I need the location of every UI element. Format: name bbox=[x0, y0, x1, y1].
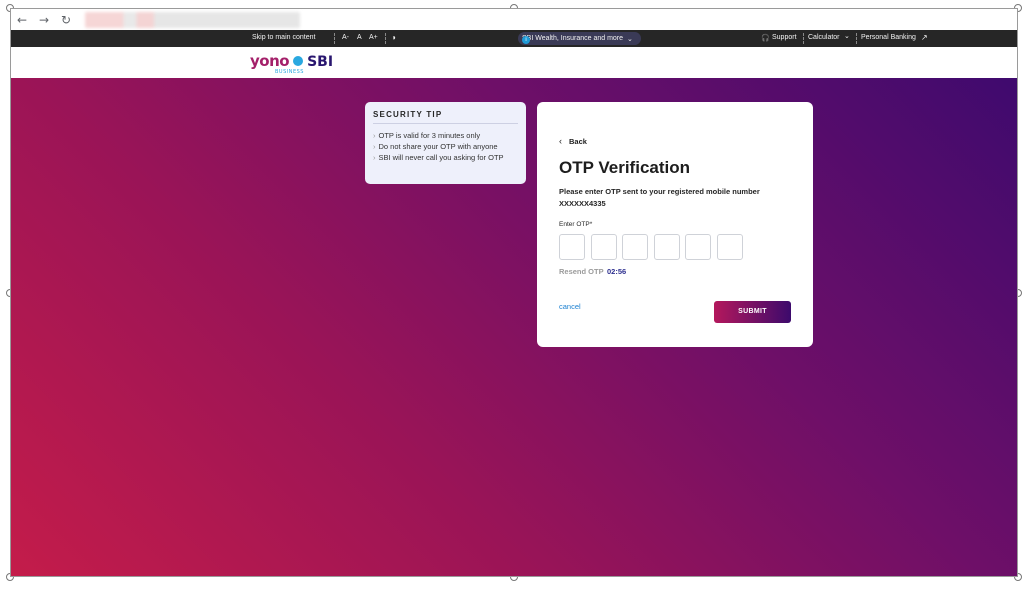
resend-otp-link: Resend OTP bbox=[559, 267, 604, 276]
chevron-down-icon: ⌄ bbox=[844, 33, 850, 40]
otp-input-group bbox=[559, 234, 743, 260]
yono-sbi-logo[interactable]: yono SBI BUSINESS bbox=[250, 51, 334, 75]
submit-button[interactable]: SUBMIT bbox=[714, 301, 791, 323]
back-label: Back bbox=[569, 136, 587, 146]
info-icon: i bbox=[522, 36, 530, 44]
logo-yono-text: yono bbox=[250, 52, 290, 70]
logo-sbi-text: SBI bbox=[307, 54, 334, 70]
chevron-left-icon: ‹ bbox=[559, 136, 562, 146]
otp-field-label: Enter OTP* bbox=[559, 221, 593, 228]
otp-digit-input-2[interactable] bbox=[590, 234, 617, 260]
otp-description: Please enter OTP sent to your registered… bbox=[559, 187, 760, 196]
back-button[interactable]: ‹ Back bbox=[559, 136, 587, 146]
list-item: SBI will never call you asking for OTP bbox=[373, 152, 518, 163]
cancel-link[interactable]: cancel bbox=[559, 302, 581, 311]
utility-bar: Skip to main content A- A A+ ◑ i SBI Wea… bbox=[11, 30, 1017, 47]
calculator-dropdown[interactable]: Calculator bbox=[808, 34, 840, 41]
font-increase-button[interactable]: A+ bbox=[369, 34, 378, 41]
wealth-label: SBI Wealth, Insurance and more bbox=[522, 35, 624, 42]
otp-digit-input-3[interactable] bbox=[622, 234, 648, 260]
logo-business-text: BUSINESS bbox=[275, 69, 304, 75]
sbi-logo-icon bbox=[293, 56, 304, 66]
page-title: OTP Verification bbox=[559, 158, 691, 177]
divider bbox=[856, 33, 857, 44]
external-link-icon: ↗ bbox=[921, 33, 928, 42]
address-bar[interactable] bbox=[85, 11, 300, 28]
support-link[interactable]: Support bbox=[772, 34, 797, 41]
list-item: Do not share your OTP with anyone bbox=[373, 141, 518, 152]
wealth-dropdown[interactable]: i SBI Wealth, Insurance and more ⌄ bbox=[518, 32, 641, 45]
security-tip-list: OTP is valid for 3 minutes only Do not s… bbox=[373, 130, 518, 163]
divider bbox=[803, 33, 804, 44]
font-decrease-button[interactable]: A- bbox=[342, 34, 349, 41]
otp-digit-input-6[interactable] bbox=[716, 234, 743, 260]
chevron-down-icon: ⌄ bbox=[627, 35, 633, 43]
screenshot-frame: ← → ↻ Skip to main content A- A A+ ◑ i S… bbox=[10, 8, 1018, 577]
list-item: OTP is valid for 3 minutes only bbox=[373, 130, 518, 141]
main-content: SECURITY TIP OTP is valid for 3 minutes … bbox=[11, 78, 1017, 576]
reload-icon[interactable]: ↻ bbox=[55, 13, 77, 27]
divider bbox=[385, 33, 386, 44]
otp-digit-input-5[interactable] bbox=[685, 234, 711, 260]
security-tip-title: SECURITY TIP bbox=[373, 110, 518, 124]
arrow-left-icon[interactable]: ← bbox=[11, 13, 33, 27]
font-normal-button[interactable]: A bbox=[357, 34, 362, 41]
skip-to-main-link[interactable]: Skip to main content bbox=[252, 34, 315, 41]
security-tip-panel: SECURITY TIP OTP is valid for 3 minutes … bbox=[365, 102, 526, 184]
masked-mobile-number: XXXXXX4335 bbox=[559, 199, 606, 208]
arrow-right-icon[interactable]: → bbox=[33, 13, 55, 27]
browser-toolbar: ← → ↻ bbox=[11, 9, 1017, 30]
otp-digit-input-1[interactable] bbox=[559, 234, 585, 260]
divider bbox=[334, 33, 335, 44]
personal-banking-link[interactable]: Personal Banking bbox=[861, 34, 916, 41]
site-header: yono SBI BUSINESS bbox=[11, 47, 1017, 78]
headset-icon[interactable]: 🎧 bbox=[761, 34, 770, 42]
otp-card: ‹ Back OTP Verification Please enter OTP… bbox=[537, 102, 813, 347]
otp-timer: 02:56 bbox=[607, 267, 627, 276]
contrast-icon[interactable]: ◑ bbox=[391, 33, 396, 42]
otp-digit-input-4[interactable] bbox=[653, 234, 680, 260]
